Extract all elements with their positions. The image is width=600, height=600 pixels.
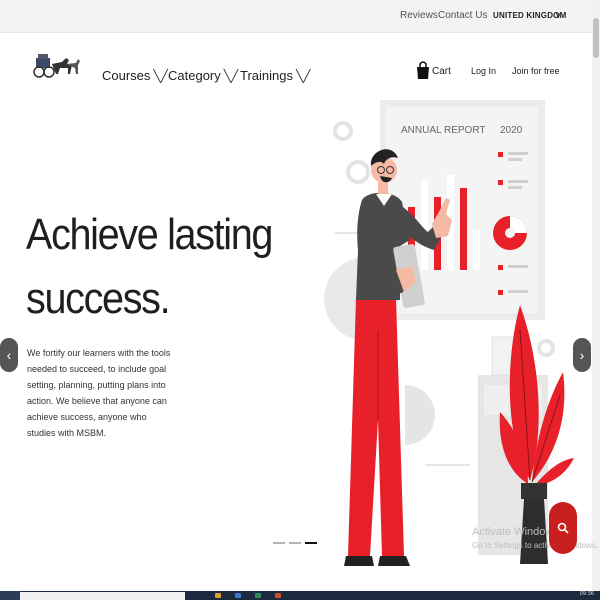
chevron-down-icon: ╲╱ (153, 69, 168, 83)
windows-activation-watermark: Activate Windows Go to Settings to activ… (472, 526, 598, 550)
floating-search-button[interactable] (549, 502, 577, 554)
search-icon (557, 522, 569, 534)
contact-us-link[interactable]: Contact Us (438, 10, 487, 21)
chevron-down-icon[interactable]: v (556, 10, 561, 20)
carriage-logo-icon[interactable] (32, 48, 80, 84)
top-utility-bar: Reviews Contact Us UNITED KINGDOM v (0, 0, 592, 33)
nav-category[interactable]: Category ╲╱ (168, 68, 238, 83)
nav-trainings[interactable]: Trainings ╲╱ (240, 68, 310, 83)
carousel-prev-button[interactable]: ‹ (0, 338, 18, 372)
page-scrollbar[interactable] (592, 0, 600, 592)
hero-title-line-2: success. (26, 274, 171, 323)
carousel-dot-2[interactable] (289, 542, 301, 544)
chevron-down-icon: ╲╱ (295, 69, 311, 83)
app-icon[interactable] (255, 593, 261, 598)
reviews-link[interactable]: Reviews (400, 10, 438, 21)
start-button[interactable] (0, 591, 20, 600)
nav-courses[interactable]: Courses ╲╱ (102, 68, 168, 83)
nav-courses-label: Courses (102, 68, 151, 83)
scrollbar-thumb[interactable] (593, 18, 599, 58)
carousel-dot-1[interactable] (273, 542, 285, 544)
watermark-line-2: Go to Settings to activate Windows. (472, 541, 599, 550)
app-icon[interactable] (275, 593, 281, 598)
report-year: 2020 (500, 125, 523, 136)
nav-category-label: Category (168, 68, 221, 83)
os-taskbar: 09:36 (0, 591, 600, 600)
report-title: ANNUAL REPORT (401, 125, 485, 136)
nav-trainings-label: Trainings (240, 68, 293, 83)
hero-title: Achieve lasting success. (26, 208, 273, 326)
login-link[interactable]: Log In (471, 66, 496, 76)
system-clock[interactable]: 09:36 (580, 591, 594, 597)
join-for-free-link[interactable]: Join for free (512, 66, 560, 76)
businessman-report-illustration: ANNUAL REPORT 2020 (324, 100, 574, 566)
taskbar-search-box[interactable] (20, 592, 185, 600)
hero-title-line-1: Achieve lasting (26, 210, 273, 259)
watermark-line-1: Activate Windows (472, 526, 559, 538)
chevron-left-icon: ‹ (6, 347, 12, 363)
carousel-dot-3-active[interactable] (305, 542, 317, 544)
hero-illustration: ANNUAL REPORT 2020 (320, 95, 590, 580)
hero-description: We fortify our learners with the tools n… (27, 348, 171, 438)
chevron-down-icon: ╲╱ (223, 69, 239, 83)
cart-link[interactable]: Cart (432, 66, 451, 77)
cart-icon[interactable] (416, 61, 430, 84)
browser-icon[interactable] (235, 593, 241, 598)
file-explorer-icon[interactable] (215, 593, 221, 598)
